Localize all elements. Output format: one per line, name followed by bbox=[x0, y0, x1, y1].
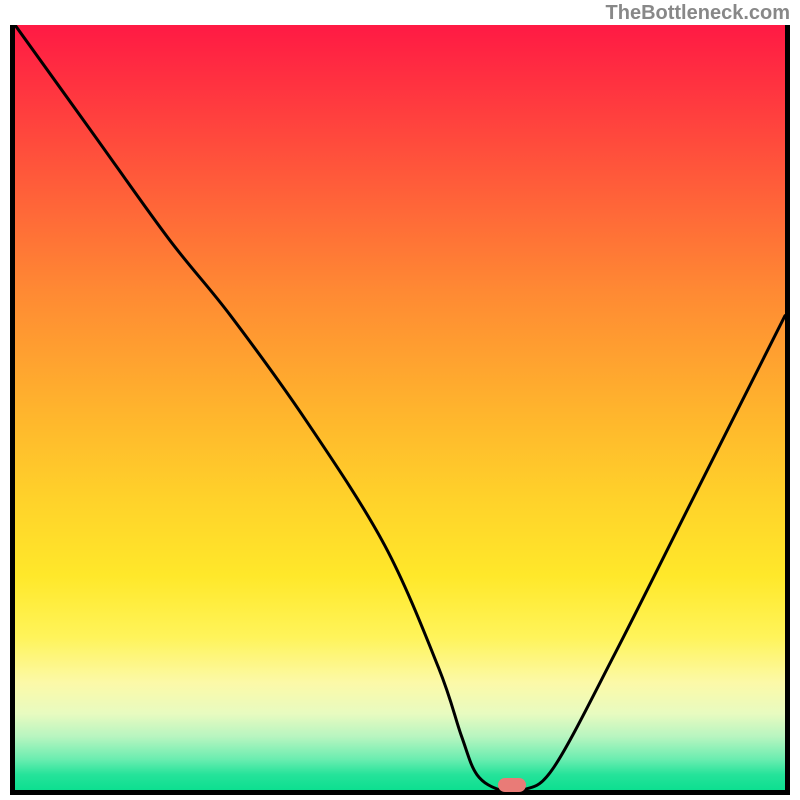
bottleneck-curve bbox=[15, 25, 785, 790]
curve-path bbox=[15, 25, 785, 790]
chart-frame bbox=[10, 25, 790, 795]
watermark-text: TheBottleneck.com bbox=[606, 2, 790, 25]
optimal-marker bbox=[498, 778, 526, 792]
